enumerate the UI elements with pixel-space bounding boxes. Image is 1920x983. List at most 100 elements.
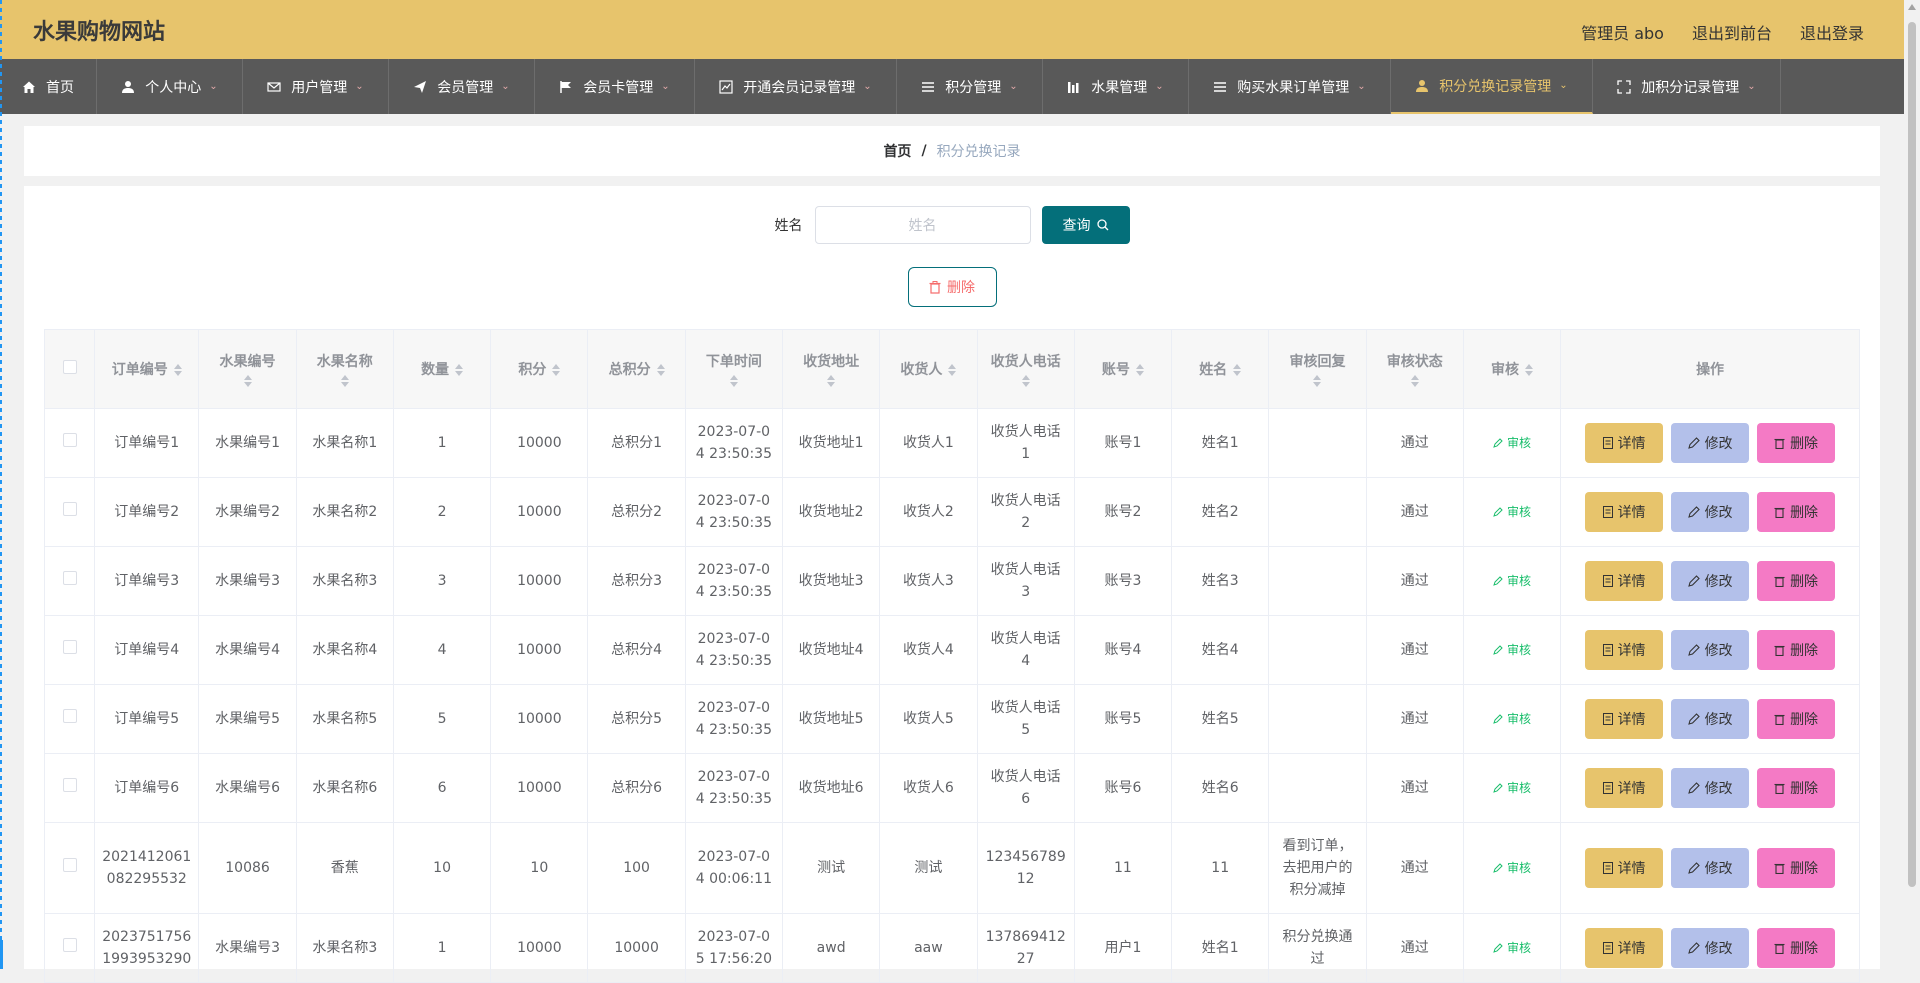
- edit-button[interactable]: 修改: [1671, 492, 1750, 532]
- nav-item-3[interactable]: 用户管理 ⌄: [243, 59, 389, 114]
- sort-icon[interactable]: [1275, 375, 1359, 387]
- detail-button[interactable]: 详情: [1585, 492, 1664, 532]
- delete-button[interactable]: 删除: [1757, 492, 1836, 532]
- row-checkbox[interactable]: [62, 709, 77, 723]
- delete-button[interactable]: 删除: [1757, 928, 1836, 968]
- delete-button[interactable]: 删除: [1757, 561, 1836, 601]
- nav-item-11[interactable]: 加积分记录管理 ⌄: [1593, 59, 1781, 114]
- detail-button[interactable]: 详情: [1585, 423, 1664, 463]
- admin-user-label[interactable]: 管理员 abo: [1581, 20, 1664, 44]
- sort-icon[interactable]: [789, 375, 873, 387]
- sort-icon[interactable]: [455, 364, 464, 376]
- audit-link[interactable]: 审核: [1493, 777, 1531, 799]
- select-all-checkbox[interactable]: [62, 360, 77, 374]
- delete-button[interactable]: 删除: [1757, 423, 1836, 463]
- nav-item-1[interactable]: 首页: [0, 59, 97, 114]
- sort-icon[interactable]: [205, 375, 289, 387]
- edit-button[interactable]: 修改: [1671, 768, 1750, 808]
- row-checkbox[interactable]: [62, 502, 77, 516]
- table-row[interactable]: 订单编号5 水果编号5 水果名称5 5 10000 总积分5 2023-07-0 4 23:…: [43, 684, 1860, 754]
- audit-link[interactable]: 审核: [1493, 501, 1531, 523]
- logout-link[interactable]: 退出登录: [1800, 20, 1864, 44]
- batch-delete-button[interactable]: 删除: [907, 267, 997, 307]
- nav-item-6[interactable]: 开通会员记录管理 ⌄: [695, 59, 897, 114]
- column-header[interactable]: 审核回复: [1268, 329, 1367, 409]
- audit-link[interactable]: 审核: [1493, 708, 1531, 730]
- audit-link[interactable]: 审核: [1493, 432, 1531, 454]
- nav-item-9[interactable]: 购买水果订单管理 ⌄: [1189, 59, 1391, 114]
- edit-button[interactable]: 修改: [1671, 423, 1750, 463]
- audit-link[interactable]: 审核: [1493, 570, 1531, 592]
- delete-button[interactable]: 删除: [1757, 699, 1836, 739]
- edit-button[interactable]: 修改: [1671, 928, 1750, 968]
- detail-button[interactable]: 详情: [1585, 928, 1664, 968]
- table-row[interactable]: 订单编号3 水果编号3 水果名称3 3 10000 总积分3 2023-07-0 4 23:…: [43, 546, 1860, 616]
- nav-item-4[interactable]: 会员管理 ⌄: [389, 59, 535, 114]
- table-row[interactable]: 2021412061 082295532 10086 香蕉 10 10 100 2023-0…: [43, 822, 1860, 914]
- sort-icon[interactable]: [1233, 364, 1242, 376]
- detail-button[interactable]: 详情: [1585, 561, 1664, 601]
- table-row[interactable]: 2023751756 1993953290 水果编号3 水果名称3 1 10000 100…: [43, 913, 1860, 983]
- vertical-scrollbar[interactable]: [1904, 0, 1920, 969]
- audit-link[interactable]: 审核: [1493, 857, 1531, 879]
- detail-button[interactable]: 详情: [1585, 768, 1664, 808]
- table-row[interactable]: 订单编号1 水果编号1 水果名称1 1 10000 总积分1 2023-07-0 4 23:…: [43, 408, 1860, 478]
- delete-button[interactable]: 删除: [1757, 630, 1836, 670]
- column-header[interactable]: 收货人: [879, 329, 978, 409]
- search-button[interactable]: 查询: [1041, 206, 1130, 244]
- column-header[interactable]: 水果名称: [295, 329, 394, 409]
- row-checkbox[interactable]: [62, 778, 77, 792]
- table-row[interactable]: 订单编号6 水果编号6 水果名称6 6 10000 总积分6 2023-07-0 4 23:…: [43, 753, 1860, 823]
- sort-icon[interactable]: [303, 375, 387, 387]
- audit-link[interactable]: 审核: [1493, 639, 1531, 661]
- column-header[interactable]: 审核: [1462, 329, 1562, 409]
- edit-button[interactable]: 修改: [1671, 699, 1750, 739]
- edit-button[interactable]: 修改: [1671, 630, 1750, 670]
- sort-icon[interactable]: [1524, 364, 1533, 376]
- sort-icon[interactable]: [984, 375, 1068, 387]
- column-header[interactable]: 总积分: [587, 329, 686, 409]
- column-header[interactable]: 水果编号: [198, 329, 297, 409]
- row-checkbox[interactable]: [62, 433, 77, 447]
- to-front-link[interactable]: 退出到前台: [1692, 20, 1772, 44]
- column-header[interactable]: 账号: [1073, 329, 1173, 409]
- detail-button[interactable]: 详情: [1585, 699, 1664, 739]
- row-checkbox[interactable]: [62, 640, 77, 654]
- edit-button[interactable]: 修改: [1671, 848, 1750, 888]
- column-header[interactable]: 下单时间: [684, 329, 784, 409]
- nav-item-7[interactable]: 积分管理 ⌄: [897, 59, 1043, 114]
- table-row[interactable]: 订单编号2 水果编号2 水果名称2 2 10000 总积分2 2023-07-0 4 23:…: [43, 477, 1860, 547]
- nav-item-8[interactable]: 水果管理 ⌄: [1043, 59, 1189, 114]
- column-header[interactable]: 收货地址: [781, 329, 881, 409]
- scroll-up-arrow-icon[interactable]: [1908, 4, 1916, 10]
- nav-item-2[interactable]: 个人中心 ⌄: [97, 59, 243, 114]
- row-checkbox[interactable]: [62, 571, 77, 585]
- nav-item-5[interactable]: 会员卡管理 ⌄: [535, 59, 695, 114]
- audit-link[interactable]: 审核: [1493, 937, 1531, 959]
- column-header[interactable]: 积分: [490, 329, 589, 409]
- detail-button[interactable]: 详情: [1585, 848, 1664, 888]
- sort-icon[interactable]: [692, 375, 776, 387]
- sort-icon[interactable]: [948, 364, 957, 376]
- column-header[interactable]: 姓名: [1171, 329, 1270, 409]
- sort-icon[interactable]: [1135, 364, 1144, 376]
- detail-button[interactable]: 详情: [1585, 630, 1664, 670]
- row-checkbox[interactable]: [62, 858, 77, 872]
- nav-item-10[interactable]: 积分兑换记录管理 ⌄: [1391, 59, 1593, 114]
- delete-button[interactable]: 删除: [1757, 768, 1836, 808]
- sort-icon[interactable]: [1373, 375, 1457, 387]
- column-header[interactable]: 审核状态: [1365, 329, 1464, 409]
- column-header[interactable]: 收货人电话: [976, 329, 1075, 409]
- edit-button[interactable]: 修改: [1671, 561, 1750, 601]
- sort-icon[interactable]: [552, 364, 561, 376]
- scrollbar-thumb[interactable]: [1908, 22, 1916, 887]
- breadcrumb-home[interactable]: 首页: [883, 141, 911, 161]
- delete-button[interactable]: 删除: [1757, 848, 1836, 888]
- sort-icon[interactable]: [656, 364, 665, 376]
- column-header[interactable]: 订单编号: [94, 329, 200, 409]
- column-header[interactable]: 数量: [392, 329, 492, 409]
- search-name-input[interactable]: [814, 206, 1031, 244]
- table-row[interactable]: 订单编号4 水果编号4 水果名称4 4 10000 总积分4 2023-07-0 4 23:…: [43, 615, 1860, 685]
- sort-icon[interactable]: [173, 364, 182, 376]
- row-checkbox[interactable]: [62, 938, 77, 952]
